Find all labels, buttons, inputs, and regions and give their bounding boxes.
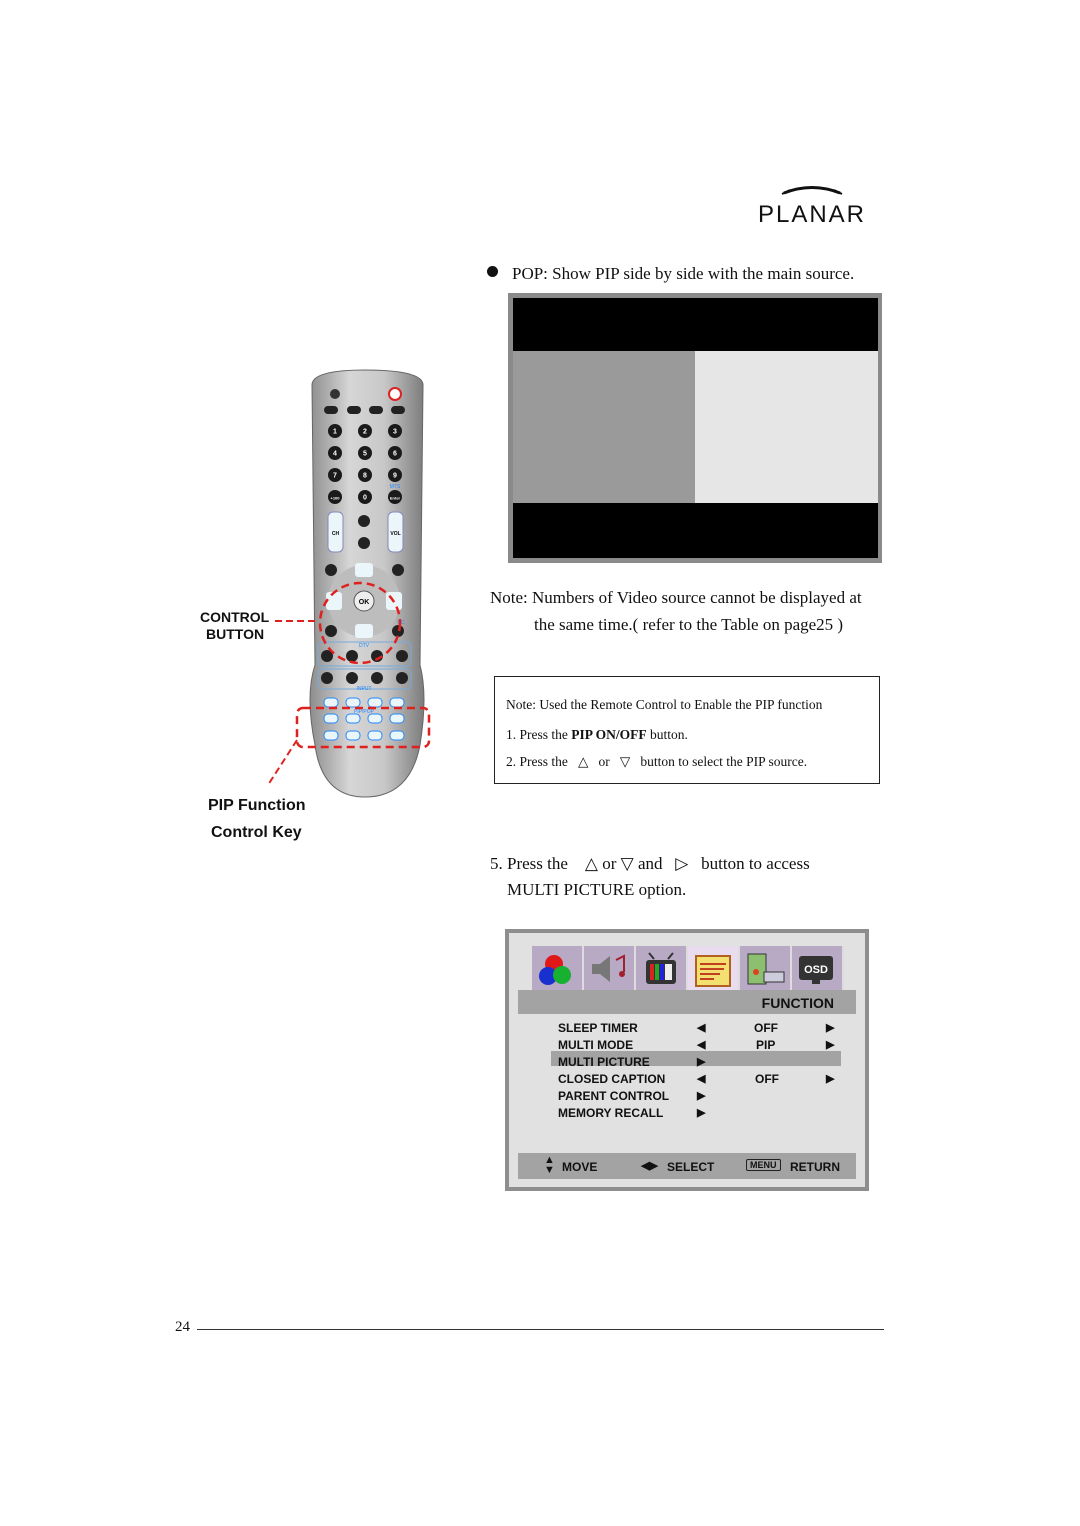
tab-osd-icon[interactable]: OSD — [792, 946, 844, 992]
pip-function-label-2: Control Key — [211, 824, 302, 841]
tab-function-icon[interactable] — [688, 946, 740, 992]
remote-number-key-label: +100 — [330, 496, 340, 501]
right-arrow-icon: ▶ — [826, 1039, 835, 1051]
remote-number-key-label: 8 — [363, 473, 367, 480]
pop-screen-illustration — [508, 293, 882, 563]
right-arrow-icon: ▶ — [826, 1022, 835, 1034]
note-line-1: Note: Numbers of Video source cannot be … — [490, 588, 862, 607]
pip-source-area — [695, 351, 878, 503]
vol-key: VOL — [390, 531, 400, 537]
menu-item-closed-caption[interactable]: CLOSED CAPTION ◀ OFF ▶ — [509, 1071, 865, 1088]
right-arrow-icon: ▶ — [826, 1073, 835, 1085]
menu-key-icon: MENU — [746, 1159, 781, 1171]
step-5-line-1: 5. Press the △ or ▽ and ▷ button to acce… — [490, 854, 810, 873]
down-triangle-icon: ▽ — [619, 754, 631, 769]
bullet-icon — [487, 266, 498, 277]
left-right-arrow-icon: ◀▶ — [641, 1160, 658, 1172]
ch-key: CH — [332, 531, 340, 537]
pip-pop-label: PIP/POP — [354, 709, 375, 715]
remote-number-key-label: 7 — [333, 473, 337, 480]
right-arrow-icon: ▶ — [697, 1090, 706, 1102]
left-arrow-icon: ◀ — [697, 1022, 706, 1034]
section-title: FUNCTION — [761, 995, 834, 1011]
note-box-title: Note: Used the Remote Control to Enable … — [506, 697, 823, 712]
left-arrow-icon: ◀ — [697, 1073, 706, 1085]
remote-number-key-label: 2 — [363, 429, 367, 436]
menu-item-multi-picture[interactable]: MULTI PICTURE ▶ — [509, 1054, 865, 1071]
note-box-step-2: 2. Press the △ or ▽ button to select the… — [506, 754, 808, 769]
remote-number-key-label: 0 — [363, 495, 367, 502]
control-button-label-2: BUTTON — [206, 626, 265, 642]
svg-text:OSD: OSD — [804, 964, 828, 976]
dtv-label: DTV — [359, 643, 370, 649]
main-source-area — [513, 351, 695, 503]
menu-item-parent-control[interactable]: PARENT CONTROL ▶ — [509, 1088, 865, 1105]
osd-function-menu: OSD FUNCTION SLEEP TIMER ◀ OFF ▶ MULTI MODE… — [505, 929, 869, 1191]
tab-color-icon[interactable] — [532, 946, 584, 992]
ok-key: OK — [359, 599, 370, 606]
tab-audio-icon[interactable] — [584, 946, 636, 992]
osd-footer: ▲ ▼ MOVE ◀▶ SELECT MENU RETURN — [518, 1153, 856, 1179]
menu-item-memory-recall[interactable]: MEMORY RECALL ▶ — [509, 1105, 865, 1122]
remote-number-key-label: 3 — [393, 429, 397, 436]
section-header: FUNCTION — [518, 990, 856, 1014]
footer-rule — [197, 1329, 884, 1330]
remote-number-key-label: 4 — [333, 451, 337, 458]
remote-control-image: 1 2 34 5 67 8 9+100 0 Enter CH VOL MTS OK DTV CC… — [267, 369, 431, 798]
tab-setup-icon[interactable] — [740, 946, 792, 992]
select-hint: SELECT — [667, 1160, 715, 1174]
right-arrow-icon: ▶ — [697, 1056, 706, 1068]
menu-item-sleep-timer[interactable]: SLEEP TIMER ◀ OFF ▶ — [509, 1020, 865, 1037]
remote-number-key-label: 5 — [363, 451, 367, 458]
remote-number-key-label: Enter — [390, 496, 401, 501]
move-hint: MOVE — [562, 1160, 598, 1174]
right-arrow-icon: ▶ — [697, 1107, 706, 1119]
return-hint: RETURN — [790, 1160, 840, 1174]
remote-number-key-label: 9 — [393, 473, 397, 480]
svg-text:PLANAR: PLANAR — [758, 201, 866, 228]
menu-item-multi-mode[interactable]: MULTI MODE ◀ PIP ▶ — [509, 1037, 865, 1054]
pop-description: POP: Show PIP side by side with the main… — [512, 264, 855, 283]
remote-number-key-label: 1 — [333, 429, 337, 436]
control-button-label-1: CONTROL — [200, 609, 270, 625]
note-line-2: the same time.( refer to the Table on pa… — [534, 615, 844, 634]
tab-tv-icon[interactable] — [636, 946, 688, 992]
left-arrow-icon: ◀ — [697, 1039, 706, 1051]
manual-page: PLANAR POP: Show PIP side by side with t… — [0, 0, 1080, 1526]
remote-number-key-label: 6 — [393, 451, 397, 458]
step-5-line-2: MULTI PICTURE option. — [507, 880, 687, 899]
up-down-arrow-icon: ▲ ▼ — [544, 1154, 555, 1176]
up-triangle-icon: △ — [584, 854, 598, 873]
up-triangle-icon: △ — [578, 754, 589, 769]
mts-label: MTS — [390, 484, 401, 490]
note-box-step-1: 1. Press the PIP ON/OFF button. — [506, 727, 688, 742]
planar-logo: PLANAR — [758, 186, 866, 228]
remote-note-box: Note: Used the Remote Control to Enable … — [494, 676, 880, 784]
page-number: 24 — [175, 1319, 190, 1335]
right-triangle-icon: ▷ — [675, 854, 689, 873]
down-triangle-icon: ▽ — [620, 854, 634, 873]
input-label: INPUT — [357, 686, 372, 692]
